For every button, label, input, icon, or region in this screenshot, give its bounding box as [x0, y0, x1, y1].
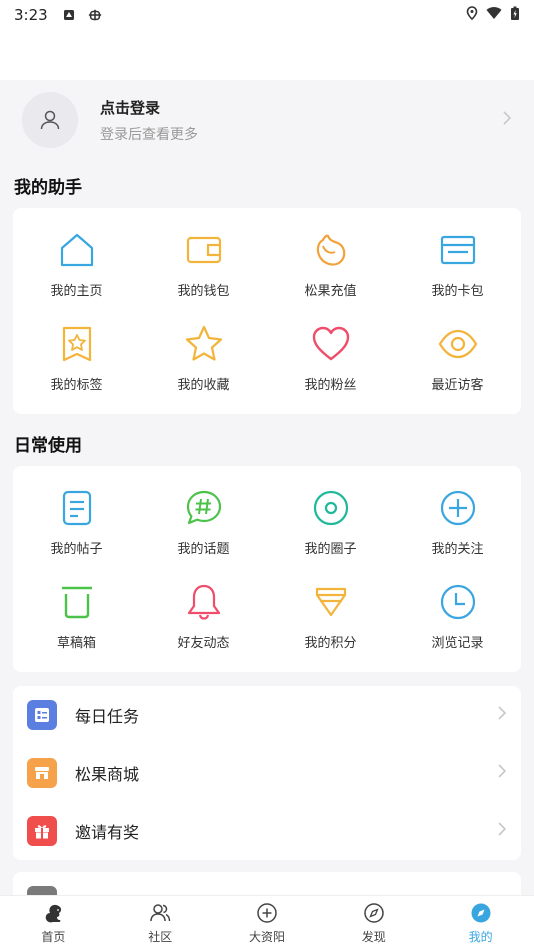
list-item-daily-task[interactable]: 每日任务 — [13, 686, 521, 744]
plus-circle-icon — [257, 903, 277, 923]
notification-icon — [62, 8, 76, 22]
assistant-item-visitors[interactable]: 最近访客 — [394, 311, 521, 405]
daily-item-circles[interactable]: 我的圈子 — [267, 475, 394, 569]
post-icon — [62, 490, 91, 525]
chevron-right-icon — [497, 705, 507, 725]
squirrel-icon — [46, 904, 62, 923]
circle-icon — [313, 490, 348, 525]
list-item-invite[interactable]: 邀请有奖 — [13, 802, 521, 860]
daily-item-friends[interactable]: 好友动态 — [140, 569, 267, 663]
pinecone-icon — [316, 234, 345, 266]
assistant-item-recharge[interactable]: 松果充值 — [267, 217, 394, 311]
login-subtitle: 登录后查看更多 — [100, 126, 198, 143]
assistant-item-card[interactable]: 我的卡包 — [394, 217, 521, 311]
compass-icon — [364, 903, 384, 923]
menu-list: 每日任务 松果商城 邀请有奖 — [13, 686, 521, 860]
status-time: 3:23 — [14, 6, 48, 24]
bell-icon — [187, 584, 220, 620]
points-icon — [315, 587, 346, 616]
tab-community[interactable]: 社区 — [107, 896, 214, 950]
status-bar: 3:23 — [0, 0, 534, 30]
tag-icon — [62, 326, 91, 361]
star-icon — [185, 325, 222, 361]
bottom-tab-bar: 首页 社区 大资阳 发现 我的 — [0, 895, 534, 950]
battery-icon — [510, 6, 520, 25]
assistant-card: 我的主页 我的钱包 松果充值 我的卡包 我的标签 我的收藏 我的粉丝 最近访客 — [13, 208, 521, 414]
tab-home[interactable]: 首页 — [0, 896, 107, 950]
wifi-icon — [486, 6, 502, 24]
assistant-item-fans[interactable]: 我的粉丝 — [267, 311, 394, 405]
header-spacer — [0, 30, 534, 80]
tab-me[interactable]: 我的 — [427, 896, 534, 950]
follow-icon — [440, 490, 475, 525]
community-icon — [150, 904, 171, 922]
daily-card: 我的帖子 我的话题 我的圈子 我的关注 草稿箱 好友动态 我的积分 浏览记录 — [13, 466, 521, 672]
daily-item-history[interactable]: 浏览记录 — [394, 569, 521, 663]
topic-icon — [186, 490, 221, 524]
section-title-assistant: 我的助手 — [14, 178, 82, 198]
gift-icon — [27, 816, 57, 846]
assistant-item-favorites[interactable]: 我的收藏 — [140, 311, 267, 405]
home-icon — [60, 233, 93, 266]
daily-item-points[interactable]: 我的积分 — [267, 569, 394, 663]
assistant-item-tag[interactable]: 我的标签 — [13, 311, 140, 405]
login-row[interactable]: 点击登录 登录后查看更多 — [0, 80, 534, 160]
debug-icon — [88, 8, 102, 22]
assistant-item-home[interactable]: 我的主页 — [13, 217, 140, 311]
avatar[interactable] — [22, 92, 78, 148]
assistant-item-wallet[interactable]: 我的钱包 — [140, 217, 267, 311]
me-icon — [471, 903, 491, 923]
tab-discover[interactable]: 发现 — [320, 896, 427, 950]
chevron-right-icon — [497, 821, 507, 841]
chevron-right-icon — [502, 110, 512, 130]
daily-item-topics[interactable]: 我的话题 — [140, 475, 267, 569]
task-icon — [27, 700, 57, 730]
user-icon — [40, 110, 60, 130]
section-title-daily: 日常使用 — [14, 436, 82, 456]
history-icon — [440, 584, 475, 619]
tab-dazyang[interactable]: 大资阳 — [214, 896, 321, 950]
wallet-icon — [186, 236, 221, 263]
shop-icon — [27, 758, 57, 788]
login-title: 点击登录 — [100, 98, 161, 117]
chevron-right-icon — [497, 763, 507, 783]
daily-item-drafts[interactable]: 草稿箱 — [13, 569, 140, 663]
card-icon — [440, 235, 475, 264]
daily-item-posts[interactable]: 我的帖子 — [13, 475, 140, 569]
daily-item-following[interactable]: 我的关注 — [394, 475, 521, 569]
draft-icon — [61, 586, 92, 618]
eye-icon — [438, 329, 477, 358]
location-icon — [466, 6, 478, 24]
heart-icon — [312, 326, 349, 360]
list-item-shop[interactable]: 松果商城 — [13, 744, 521, 802]
